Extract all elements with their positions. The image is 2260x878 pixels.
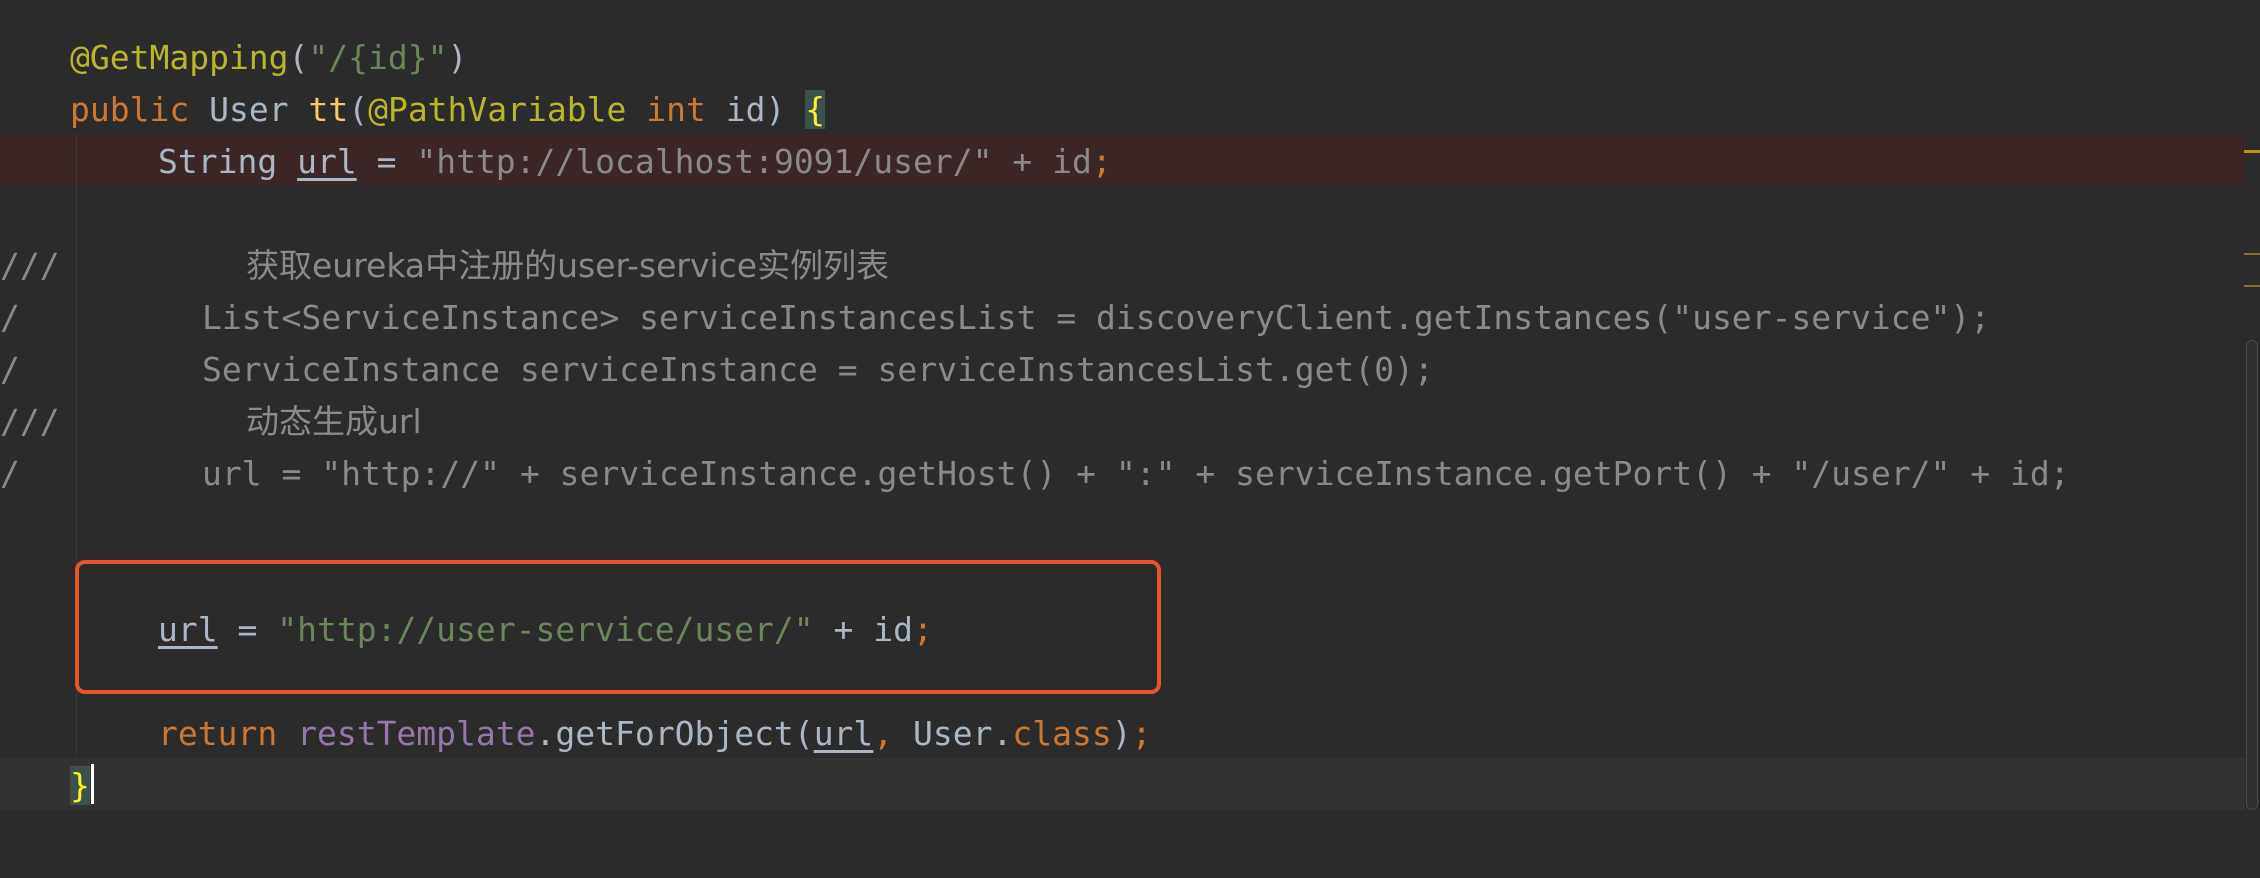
dot: .	[992, 714, 1013, 753]
var-url: url	[158, 610, 218, 649]
warning-marker[interactable]	[2244, 150, 2260, 153]
path-string: "/{id}"	[308, 38, 448, 77]
matched-brace-open: {	[805, 90, 826, 129]
semicolon: ;	[1131, 714, 1152, 753]
code-line-2[interactable]: public User tt(@PathVariable int id) {	[0, 84, 826, 136]
keyword-return: return	[158, 714, 278, 753]
operator: +	[833, 610, 854, 649]
paren: (	[288, 38, 309, 77]
code-line-5[interactable]: /// 获取eureka中注册的user-service实例列表	[0, 240, 889, 292]
commented-code: url = "http://" + serviceInstance.getHos…	[202, 454, 2070, 493]
code-line-8[interactable]: /// 动态生成url	[0, 396, 422, 448]
annotation-getmapping: @GetMapping	[70, 38, 289, 77]
code-line-7[interactable]: / ServiceInstance serviceInstance = servi…	[0, 344, 1434, 396]
warning-marker[interactable]	[2244, 253, 2260, 255]
var-id: id	[1052, 142, 1092, 181]
commented-code: List<ServiceInstance> serviceInstancesLi…	[202, 298, 1991, 337]
method-name: tt	[308, 90, 349, 129]
operator: +	[1012, 142, 1033, 181]
comment-prefix: /	[0, 298, 20, 337]
field-resttemplate: restTemplate	[297, 714, 536, 753]
type-string: String	[158, 142, 278, 181]
code-line-3[interactable]: String url = "http://localhost:9091/user…	[0, 136, 1112, 188]
paren: )	[447, 38, 468, 77]
operator: =	[237, 610, 258, 649]
paren: )	[765, 90, 786, 129]
code-line-6[interactable]: / List<ServiceInstance> serviceInstancesL…	[0, 292, 1990, 344]
comment-text: 动态生成url	[246, 402, 422, 441]
commented-code: ServiceInstance serviceInstance = servic…	[202, 350, 1434, 389]
keyword-class: class	[1012, 714, 1112, 753]
type-user: User	[913, 714, 993, 753]
paren: (	[348, 90, 369, 129]
dot: .	[535, 714, 556, 753]
text-caret	[91, 764, 94, 804]
annotation-pathvariable: @PathVariable	[368, 90, 627, 129]
url-string-service: "http://user-service/user/"	[277, 610, 814, 649]
comment-text: 获取eureka中注册的user-service实例列表	[246, 246, 890, 285]
param-id: id	[725, 90, 766, 129]
comma: ,	[873, 714, 894, 753]
comment-prefix: ///	[0, 246, 60, 285]
semicolon: ;	[913, 610, 933, 649]
warning-marker[interactable]	[2244, 285, 2260, 287]
code-line-9[interactable]: / url = "http://" + serviceInstance.getHo…	[0, 448, 2070, 500]
keyword-public: public	[70, 90, 190, 129]
code-line-13[interactable]: }	[0, 760, 90, 812]
code-editor[interactable]: @GetMapping("/{id}") public User tt(@Pat…	[0, 0, 2260, 878]
comment-prefix: /	[0, 454, 20, 493]
code-line-12[interactable]: return restTemplate.getForObject(url, Us…	[0, 708, 1152, 760]
operator: =	[376, 142, 397, 181]
comment-prefix: /	[0, 350, 20, 389]
method-getforobject: getForObject	[555, 714, 794, 753]
var-url: url	[297, 142, 357, 181]
code-line-1[interactable]: @GetMapping("/{id}")	[0, 32, 467, 84]
type-user: User	[209, 90, 289, 129]
caret-line-highlight	[0, 758, 2245, 810]
paren: )	[1111, 714, 1132, 753]
comment-prefix: ///	[0, 402, 60, 441]
keyword-int: int	[646, 90, 706, 129]
var-url: url	[813, 714, 874, 753]
semicolon: ;	[1091, 142, 1112, 181]
var-id: id	[873, 610, 914, 649]
matched-brace-close: }	[70, 766, 90, 805]
scrollbar-thumb[interactable]	[2246, 340, 2258, 810]
url-string-localhost: "http://localhost:9091/user/"	[416, 142, 993, 181]
code-line-11[interactable]: url = "http://user-service/user/" + id;	[0, 604, 933, 656]
paren: (	[793, 714, 814, 753]
